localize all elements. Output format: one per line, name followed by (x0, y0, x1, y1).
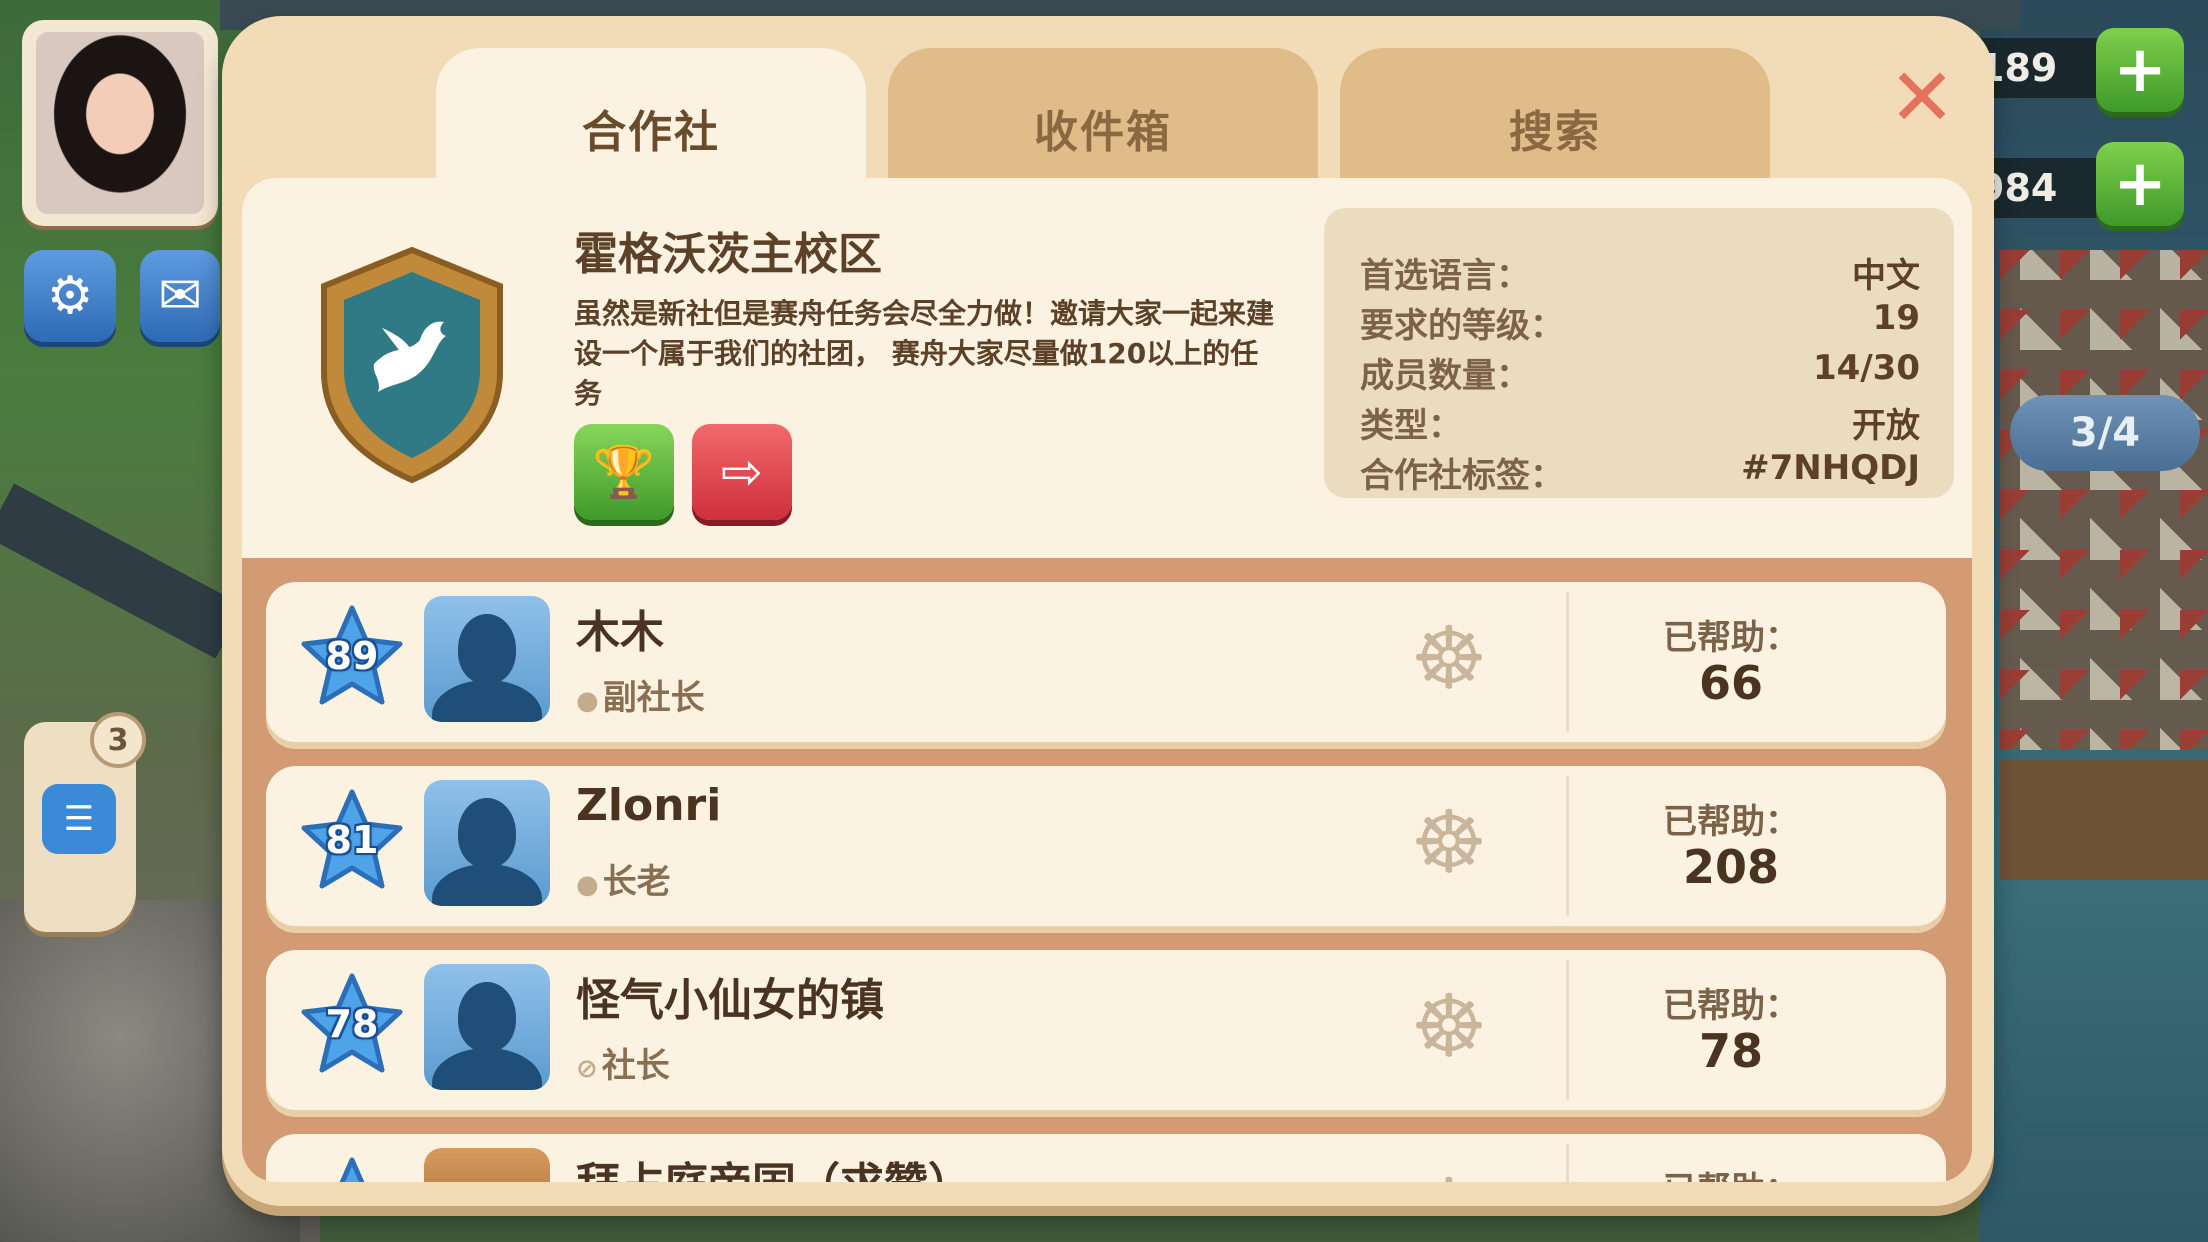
member-avatar (424, 596, 550, 722)
coop-name: 霍格沃茨主校区 (574, 229, 882, 280)
stat-tag: 合作社标签： #7NHQDJ (1360, 448, 1920, 498)
member-avatar (424, 964, 550, 1090)
divider (1566, 960, 1569, 1100)
tab-coop[interactable]: 合作社 (436, 48, 866, 198)
level-value: 81 (325, 818, 379, 862)
stat-value: #7NHQDJ (1741, 448, 1920, 488)
chat-badge: 3 (90, 712, 146, 768)
member-row[interactable]: 89 木木 ● 副社长 ☸ 已帮助： 66 (266, 582, 1946, 742)
helped-count: 208 (1682, 840, 1780, 894)
role-label: 副社长 (602, 678, 705, 718)
member-avatar (424, 1148, 550, 1182)
plus-icon: + (2113, 147, 2167, 221)
member-row[interactable]: 拜占庭帝国（求赞） ☸ 已帮助： (266, 1134, 1946, 1182)
stat-required-level: 要求的等级： 19 (1360, 298, 1920, 348)
role-dot-icon: ● (576, 686, 599, 716)
progress-value: 3/4 (2069, 410, 2141, 456)
tab-inbox[interactable]: 收件箱 (888, 48, 1318, 198)
divider (1566, 776, 1569, 916)
member-name: Zlonri (576, 780, 722, 831)
stat-language: 首选语言： 中文 (1360, 248, 1920, 298)
stat-value: 19 (1872, 298, 1920, 338)
close-icon: ✕ (1888, 51, 1956, 144)
mail-button[interactable]: ✉ (140, 250, 220, 342)
add-resource-1-button[interactable]: + (2096, 28, 2184, 112)
member-avatar (424, 780, 550, 906)
role-dot-icon: ● (576, 870, 599, 900)
envelope-icon: ✉ (158, 266, 202, 326)
progress-pill[interactable]: 3/4 (2010, 395, 2200, 471)
level-value: 78 (325, 1002, 379, 1046)
member-row[interactable]: 81 Zlonri ● 长老 ☸ 已帮助： 208 (266, 766, 1946, 926)
leaderboard-button[interactable]: 🏆 (574, 424, 674, 520)
stat-member-count: 成员数量： 14/30 (1360, 348, 1920, 398)
level-badge: 89 (300, 604, 404, 708)
avatar-silhouette (458, 798, 516, 868)
divider (1566, 592, 1569, 732)
level-badge: 78 (300, 972, 404, 1076)
stat-label: 首选语言： (1360, 256, 1530, 296)
role-label: 社长 (601, 1046, 670, 1086)
coop-emblem-icon (321, 246, 503, 484)
ship-wheel-icon: ☸ (1406, 1168, 1492, 1182)
helped-label: 已帮助： (1636, 1162, 1826, 1182)
ship-wheel-icon: ☸ (1410, 793, 1488, 893)
add-resource-2-button[interactable]: + (2096, 142, 2184, 226)
gear-icon: ⚙ (46, 266, 94, 326)
coop-dialog: 合作社 收件箱 搜索 ✕ 霍格沃茨主校区 虽然是新社但是赛舟任务会尽全力做！邀请… (222, 16, 1994, 1206)
member-list[interactable]: 89 木木 ● 副社长 ☸ 已帮助： 66 81 Zlonri ● 长老 ☸ 已… (242, 558, 1972, 1182)
divider (1566, 1144, 1569, 1182)
stat-label: 成员数量： (1360, 356, 1530, 396)
coop-info-panel: 霍格沃茨主校区 虽然是新社但是赛舟任务会尽全力做！邀请大家一起来建设一个属于我们… (242, 178, 1972, 558)
helped-label: 已帮助： (1663, 802, 1799, 842)
member-name: 怪气小仙女的镇 (576, 975, 884, 1026)
trophy-icon: 🏆 (592, 442, 656, 501)
plus-icon: + (2113, 33, 2167, 107)
level-badge: 81 (300, 788, 404, 892)
member-name: 拜占庭帝国（求赞） (576, 1148, 972, 1182)
helped-label: 已帮助： (1663, 618, 1799, 658)
level-value: 89 (325, 634, 379, 678)
member-row[interactable]: 78 怪气小仙女的镇 ⊘ 社长 ☸ 已帮助： 78 (266, 950, 1946, 1110)
avatar-silhouette (458, 614, 516, 684)
exit-icon: ⇨ (721, 443, 763, 501)
helped-count: 78 (1698, 1024, 1763, 1078)
ship-wheel-icon: ☸ (1410, 609, 1488, 709)
member-name: 木木 (576, 607, 664, 658)
stat-label: 合作社标签： (1360, 456, 1564, 496)
settings-button[interactable]: ⚙ (24, 250, 116, 342)
player-avatar[interactable] (22, 20, 218, 226)
member-role: ● 长老 (576, 854, 671, 903)
stat-label: 类型： (1360, 406, 1462, 446)
coop-description: 虽然是新社但是赛舟任务会尽全力做！邀请大家一起来建设一个属于我们的社团， 赛舟大… (574, 297, 1275, 410)
stat-type: 类型： 开放 (1360, 398, 1920, 448)
helped-label: 已帮助： (1663, 986, 1799, 1026)
no-entry-icon: ⊘ (576, 1054, 598, 1084)
ship-wheel-icon: ☸ (1410, 977, 1488, 1077)
leave-coop-button[interactable]: ⇨ (692, 424, 792, 520)
player-photo (36, 32, 204, 214)
member-role: ⊘ 社长 (576, 1038, 670, 1087)
star-icon (339, 1157, 365, 1182)
role-label: 长老 (602, 862, 671, 902)
stat-label: 要求的等级： (1360, 306, 1564, 346)
dock (2000, 760, 2208, 880)
houses (2000, 250, 2208, 750)
chat-tab[interactable]: ☰ 3 (24, 712, 146, 932)
level-badge (300, 1156, 404, 1182)
tab-search[interactable]: 搜索 (1340, 48, 1770, 198)
coop-stats: 首选语言： 中文 要求的等级： 19 成员数量： 14/30 类型： 开放 合作… (1324, 208, 1954, 498)
close-button[interactable]: ✕ (1882, 58, 1962, 138)
helped-count: 66 (1698, 656, 1763, 710)
stat-value: 开放 (1852, 406, 1920, 446)
member-role: ● 副社长 (576, 670, 705, 719)
stat-value: 中文 (1852, 256, 1920, 296)
stat-value: 14/30 (1812, 348, 1920, 388)
chat-icon: ☰ (42, 784, 116, 854)
avatar-silhouette (458, 982, 516, 1052)
